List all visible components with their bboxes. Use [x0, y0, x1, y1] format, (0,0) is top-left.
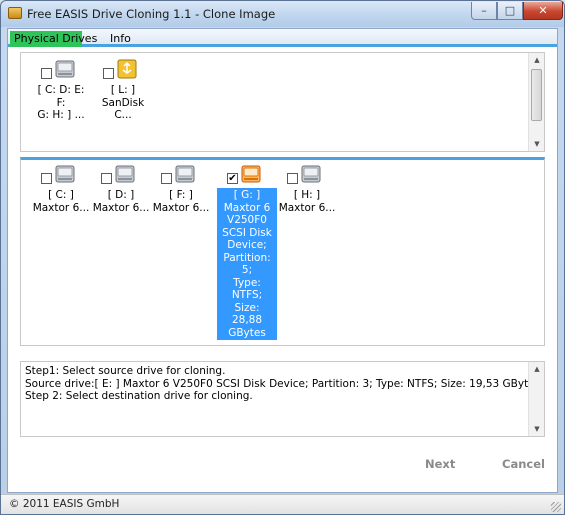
partition-checkbox[interactable] — [161, 173, 172, 184]
partition-checkbox[interactable] — [41, 173, 52, 184]
hard-disk-icon — [115, 165, 135, 183]
drive-label: [ L: ] SanDisk C... — [101, 84, 145, 121]
partition-item[interactable]: [ H: ] Maxtor 6... — [277, 162, 337, 215]
minimize-button[interactable]: – — [471, 2, 497, 20]
resize-grip-icon[interactable] — [551, 502, 561, 512]
status-bar: © 2011 EASIS GmbH — [1, 494, 564, 514]
drive-item[interactable]: [ C: D: E: F: G: H: ] ... — [31, 57, 91, 123]
scroll-up-icon[interactable]: ▲ — [529, 53, 545, 67]
partition-label: [ D: ] Maxtor 6... — [92, 189, 150, 214]
partition-item-selected[interactable]: ✔ [ G: ] Maxtor 6 V250F0 SCSI Disk Devic… — [217, 162, 277, 340]
hard-disk-icon — [301, 165, 321, 183]
client-area: Physical Drives Info [ C: D: E: F: G: H: — [7, 28, 558, 493]
tab-info[interactable]: Info — [106, 31, 135, 47]
partition-checkbox-checked[interactable]: ✔ — [227, 173, 238, 184]
title-bar[interactable]: Free EASIS Drive Cloning 1.1 - Clone Ima… — [1, 1, 564, 27]
scroll-down-icon[interactable]: ▼ — [529, 137, 545, 151]
drive-label: [ C: D: E: F: G: H: ] ... — [37, 84, 85, 121]
log-line: Step 2: Select destination drive for clo… — [25, 390, 253, 402]
app-icon — [8, 7, 22, 19]
partition-label: [ H: ] Maxtor 6... — [278, 189, 336, 214]
hard-disk-icon — [55, 165, 75, 183]
window-title: Free EASIS Drive Cloning 1.1 - Clone Ima… — [27, 7, 276, 21]
tab-strip: Physical Drives Info — [8, 29, 557, 47]
usb-drive-icon — [117, 59, 137, 79]
drive-item[interactable]: [ L: ] SanDisk C... — [93, 57, 153, 123]
partition-item[interactable]: [ C: ] Maxtor 6... — [31, 162, 91, 215]
log-text: Step1: Select source drive for cloning. … — [25, 365, 541, 403]
tab-physical-drives[interactable]: Physical Drives — [10, 31, 97, 47]
next-button[interactable]: Next — [425, 457, 455, 471]
scrollbar-thumb[interactable] — [531, 69, 542, 121]
partition-item[interactable]: [ D: ] Maxtor 6... — [91, 162, 151, 215]
partition-checkbox[interactable] — [101, 173, 112, 184]
app-window: Free EASIS Drive Cloning 1.1 - Clone Ima… — [0, 0, 565, 515]
partition-label: [ C: ] Maxtor 6... — [32, 189, 90, 214]
maximize-button[interactable]: □ — [497, 2, 523, 20]
partition-label: [ G: ] Maxtor 6 V250F0 SCSI Disk Device;… — [217, 188, 277, 340]
scroll-down-icon[interactable]: ▼ — [529, 422, 545, 436]
log-line: Step1: Select source drive for cloning. — [25, 365, 226, 377]
partition-item[interactable]: [ F: ] Maxtor 6... — [151, 162, 211, 215]
physical-drives-pane: [ C: D: E: F: G: H: ] ... [ L: ] SanDisk… — [20, 52, 545, 152]
drives-scrollbar[interactable]: ▲ ▼ — [528, 53, 544, 151]
partitions-pane: [ C: ] Maxtor 6... [ D: ] Maxtor 6... [… — [20, 157, 545, 346]
partition-checkbox[interactable] — [287, 173, 298, 184]
hard-disk-icon — [55, 60, 75, 78]
copyright-text: © 2011 EASIS GmbH — [9, 498, 120, 510]
instructions-log[interactable]: Step1: Select source drive for cloning. … — [20, 361, 545, 437]
cancel-button[interactable]: Cancel — [502, 457, 545, 471]
close-button[interactable]: ✕ — [523, 2, 563, 20]
log-line: Source drive:[ E: ] Maxtor 6 V250F0 SCSI… — [25, 377, 541, 390]
drive-checkbox[interactable] — [103, 68, 114, 79]
drive-checkbox[interactable] — [41, 68, 52, 79]
scroll-up-icon[interactable]: ▲ — [529, 362, 545, 376]
partition-label: [ F: ] Maxtor 6... — [152, 189, 210, 214]
hard-disk-icon — [175, 165, 195, 183]
log-scrollbar[interactable]: ▲ ▼ — [528, 362, 544, 436]
hard-disk-icon — [241, 165, 261, 183]
